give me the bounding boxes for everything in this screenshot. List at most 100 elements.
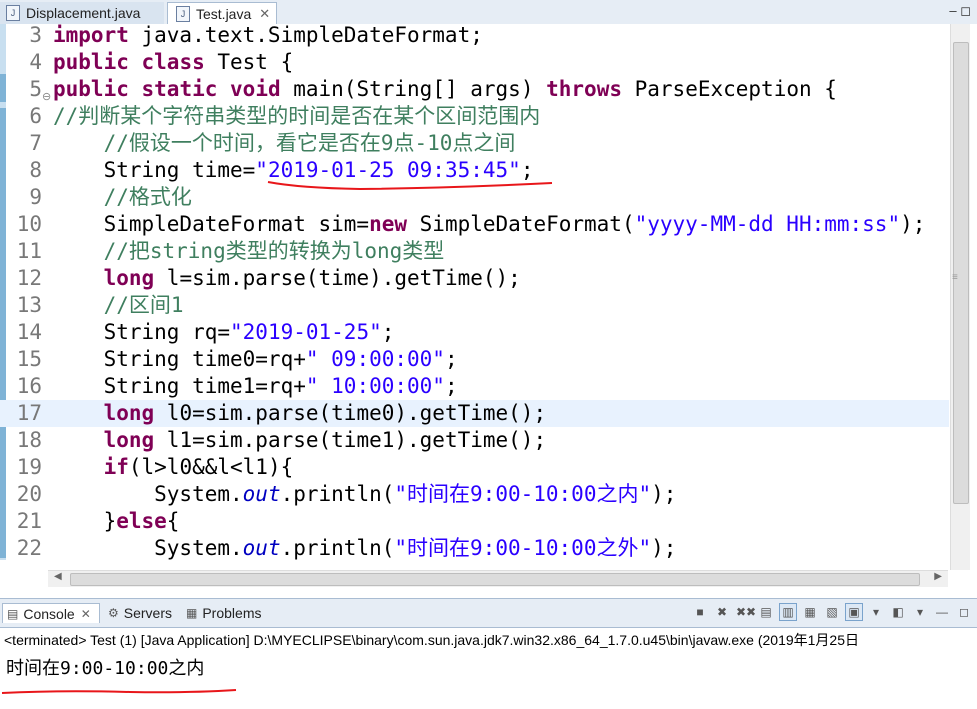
line-number: 16 — [16, 374, 42, 398]
console-toolbar-button[interactable]: ◻ — [955, 603, 973, 621]
line-number: 21 — [16, 509, 42, 533]
code-token: //假设一个时间，看它是否在9点-10点之间 — [103, 131, 516, 155]
code-line[interactable]: 15 String time0=rq+" 09:00:00"; — [0, 346, 949, 373]
line-number: 4 — [29, 50, 42, 74]
line-number: 8 — [29, 158, 42, 182]
code-token: System. — [53, 536, 243, 560]
code-line[interactable]: 6 //判断某个字符串类型的时间是否在某个区间范围内 — [0, 103, 949, 130]
console-toolbar-button[interactable]: ▧ — [823, 603, 841, 621]
console-toolbar-button[interactable]: ✖ — [713, 603, 731, 621]
code-line[interactable]: 20 System.out.println("时间在9:00-10:00之内")… — [0, 481, 949, 508]
line-number: 6 — [29, 104, 42, 128]
tab-problems[interactable]: ▦ Problems — [186, 603, 261, 623]
launch-status: <terminated> Test (1) [Java Application]… — [4, 632, 859, 648]
code-text: long l1=sim.parse(time1).getTime(); — [53, 427, 547, 454]
line-number: 9 — [29, 185, 42, 209]
code-line[interactable]: 13 //区间1 — [0, 292, 949, 319]
minimize-maximize-icon[interactable]: – ◻ — [949, 3, 971, 19]
code-line[interactable]: 3 import java.text.SimpleDateFormat; — [0, 24, 949, 49]
code-line[interactable]: 12 long l=sim.parse(time).getTime(); — [0, 265, 949, 292]
code-token: ; — [444, 347, 458, 371]
overview-ruler-icon: ≡ — [952, 272, 958, 283]
code-line[interactable]: 16 String time1=rq+" 10:00:00"; — [0, 373, 949, 400]
close-icon[interactable]: ✕ — [81, 607, 91, 621]
code-line[interactable]: 8 String time="2019-01-25 09:35:45"; — [0, 157, 949, 184]
line-number: 13 — [16, 293, 42, 317]
code-line[interactable]: 5 ⊖ public static void main(String[] args)… — [0, 76, 949, 103]
code-token: void — [230, 77, 281, 101]
line-number: 5 — [29, 77, 42, 101]
code-line[interactable]: 10 SimpleDateFormat sim=new SimpleDateFo… — [0, 211, 949, 238]
code-token: long — [103, 266, 155, 290]
code-line[interactable]: 9 //格式化 — [0, 184, 949, 211]
code-text: //区间1 — [53, 292, 184, 319]
code-token: Test { — [204, 50, 294, 74]
code-token: throws — [546, 77, 622, 101]
console-toolbar-button[interactable]: ▾ — [867, 603, 885, 621]
line-number: 15 — [16, 347, 42, 371]
console-toolbar-button[interactable]: ▦ — [801, 603, 819, 621]
code-token: l0=sim.parse(time0).getTime(); — [154, 401, 547, 425]
code-line[interactable]: 11 //把string类型的转换为long类型 — [0, 238, 949, 265]
code-token: import — [53, 24, 129, 47]
code-token: "时间在9:00-10:00之外" — [394, 536, 652, 560]
code-token: else — [116, 509, 167, 533]
code-line[interactable]: 17 long l0=sim.parse(time0).getTime(); — [0, 400, 949, 427]
tab-console[interactable]: ▤ Console ✕ — [2, 603, 100, 623]
code-line[interactable]: 7 //假设一个时间，看它是否在9点-10点之间 — [0, 130, 949, 157]
line-number: 19 — [16, 455, 42, 479]
console-toolbar-button[interactable]: — — [933, 603, 951, 621]
code-text: System.out.println("时间在9:00-10:00之外"); — [53, 535, 676, 562]
editor-tab-bar: J Displacement.java J Test.java ✕ – ◻ — [0, 0, 977, 25]
code-token: " 09:00:00" — [305, 347, 445, 371]
code-token: SimpleDateFormat( — [407, 212, 635, 236]
code-text: //判断某个字符串类型的时间是否在某个区间范围内 — [53, 103, 540, 130]
horizontal-scrollbar[interactable]: ◀ ▶ — [48, 570, 948, 587]
servers-icon: ⚙ — [108, 606, 119, 620]
console-toolbar-button[interactable]: ◧ — [889, 603, 907, 621]
tab-test-java[interactable]: J Test.java ✕ — [167, 2, 277, 24]
code-line[interactable]: 22 System.out.println("时间在9:00-10:00之外")… — [0, 535, 949, 562]
code-token: System. — [53, 482, 243, 506]
tab-label: Servers — [123, 605, 172, 621]
code-line[interactable]: 19 if(l>l0&&l<l1){ — [0, 454, 949, 481]
line-number: 22 — [16, 536, 42, 560]
code-line[interactable]: 18 long l1=sim.parse(time1).getTime(); — [0, 427, 949, 454]
line-number: 11 — [16, 239, 42, 263]
code-editor[interactable]: 3 import java.text.SimpleDateFormat; 4 publ… — [0, 24, 977, 570]
console-toolbar-button[interactable]: ▣ — [845, 603, 863, 621]
scrollbar-thumb[interactable] — [70, 573, 920, 586]
tab-label: Problems — [202, 605, 262, 621]
code-line[interactable]: 14 String rq="2019-01-25"; — [0, 319, 949, 346]
code-token: ); — [651, 536, 677, 560]
code-line[interactable]: 21 }else{ — [0, 508, 949, 535]
java-file-icon: J — [176, 5, 190, 22]
console-toolbar-button[interactable]: ▤ — [757, 603, 775, 621]
code-token: SimpleDateFormat sim= — [53, 212, 370, 236]
tab-servers[interactable]: ⚙ Servers — [108, 603, 172, 623]
scroll-left-icon[interactable]: ◀ — [54, 571, 62, 582]
close-icon[interactable]: ✕ — [259, 6, 270, 22]
code-token: String rq= — [53, 320, 231, 344]
vertical-scrollbar[interactable] — [950, 24, 970, 570]
line-number: 7 — [29, 131, 42, 155]
tab-displacement-java[interactable]: J Displacement.java — [0, 2, 164, 24]
red-underline — [1, 689, 237, 694]
console-toolbar-button[interactable]: ▥ — [779, 603, 797, 621]
console-toolbar-button[interactable]: ■ — [691, 603, 709, 621]
code-token: static — [141, 77, 218, 101]
code-text: import java.text.SimpleDateFormat; — [53, 24, 483, 49]
console-toolbar-button[interactable]: ✖✖ — [735, 603, 756, 621]
console-toolbar-button[interactable]: ▾ — [911, 603, 929, 621]
code-line[interactable]: 4 public class Test { — [0, 49, 949, 76]
code-text: }else{ — [53, 508, 180, 535]
scroll-right-icon[interactable]: ▶ — [934, 571, 942, 582]
code-token: "yyyy-MM-dd HH:mm:ss" — [634, 212, 901, 236]
